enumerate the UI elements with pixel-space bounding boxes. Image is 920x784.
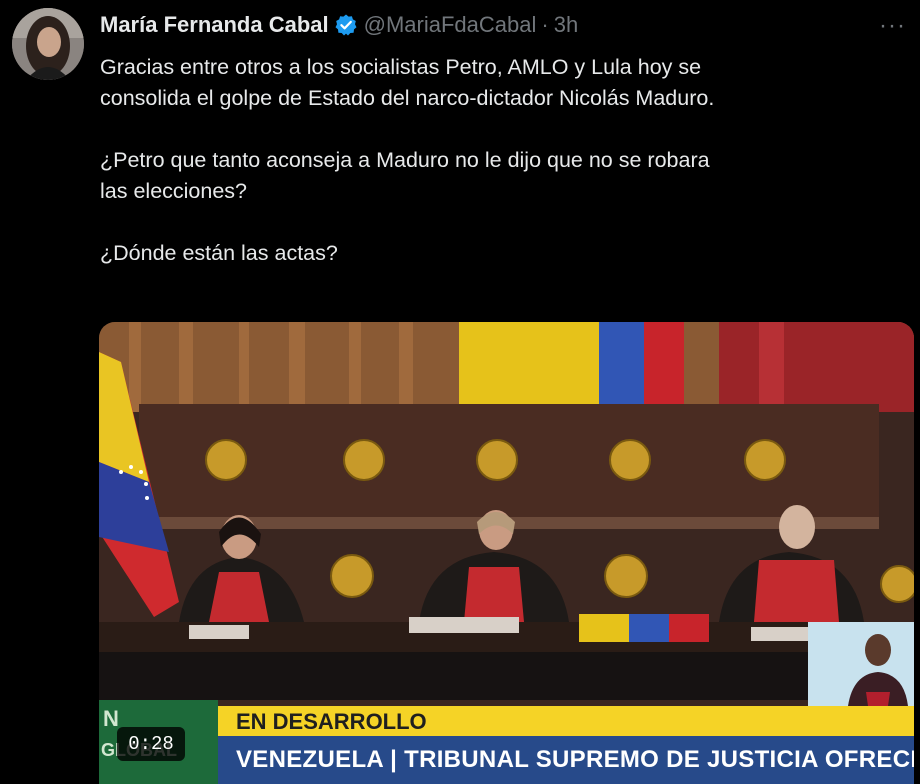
author-name[interactable]: María Fernanda Cabal	[100, 12, 329, 38]
separator-dot: ·	[541, 12, 549, 37]
video-duration-badge: 0:28	[117, 727, 185, 761]
channel-logo-top: N	[103, 706, 119, 731]
news-ticker: VENEZUELA | TRIBUNAL SUPREMO DE JUSTICIA…	[218, 736, 914, 784]
tweet-timestamp[interactable]: 3h	[554, 12, 578, 38]
sign-language-interpreter	[808, 622, 914, 706]
avatar[interactable]	[12, 8, 84, 80]
more-options-icon[interactable]: ···	[879, 12, 906, 40]
breaking-news-label: EN DESARROLLO	[236, 709, 427, 734]
tweet-paragraph-2: ¿Petro que tanto aconseja a Maduro no le…	[100, 148, 710, 203]
news-ticker-text: VENEZUELA | TRIBUNAL SUPREMO DE JUSTICIA…	[236, 746, 914, 773]
tweet-header: María Fernanda Cabal @MariaFdaCabal · 3h	[100, 10, 578, 40]
tweet-paragraph-3: ¿Dónde están las actas?	[100, 241, 338, 265]
tweet-paragraph-1: Gracias entre otros a los socialistas Pe…	[100, 55, 715, 110]
tweet-text: Gracias entre otros a los socialistas Pe…	[100, 52, 900, 269]
breaking-news-banner: EN DESARROLLO	[218, 706, 914, 736]
author-handle[interactable]: @MariaFdaCabal	[364, 12, 537, 38]
verified-badge-icon	[334, 13, 358, 37]
